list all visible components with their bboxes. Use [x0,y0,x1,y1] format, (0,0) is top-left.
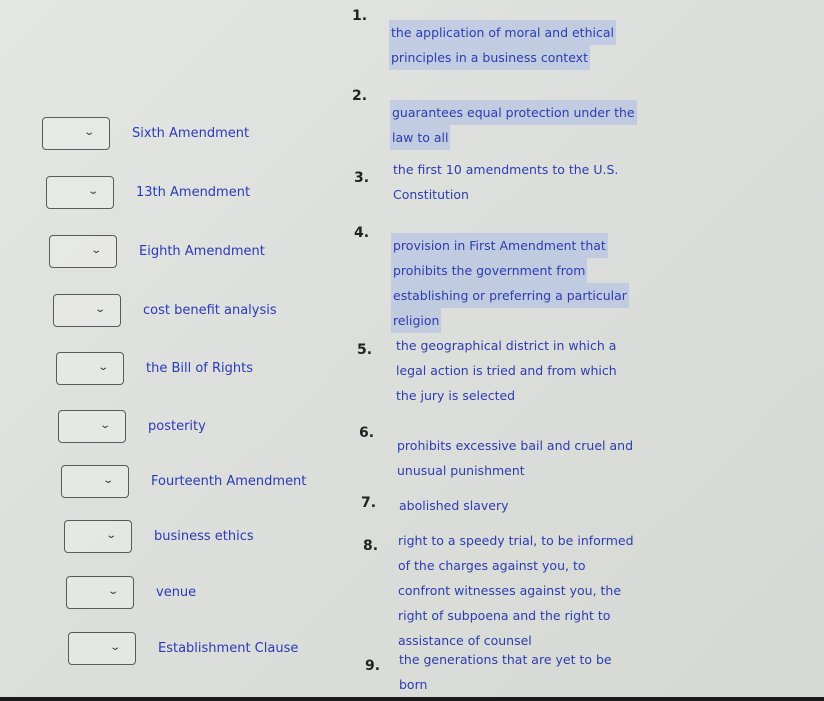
definition-line: of the charges against you, to [398,558,586,573]
bottom-edge [0,697,824,701]
definition-line: principles in a business context [389,45,590,70]
definition-line: born [399,677,428,692]
answer-dropdown[interactable]: ⌄ [42,117,110,150]
term-label: venue [156,585,197,600]
definition-line: the jury is selected [396,388,516,403]
match-row: ⌄ business ethics [64,520,254,553]
definition-line: the geographical district in which a [396,338,617,353]
match-row: ⌄ Fourteenth Amendment [61,465,306,498]
definition-line: prohibits excessive bail and cruel and [397,438,633,453]
answer-dropdown[interactable]: ⌄ [53,294,121,327]
chevron-down-icon: ⌄ [86,186,99,197]
answer-dropdown[interactable]: ⌄ [66,576,134,609]
term-label: Fourteenth Amendment [151,474,307,489]
definition-line: legal action is tried and from which [396,363,617,378]
definition-line: abolished slavery [399,498,509,513]
term-label: business ethics [154,529,254,544]
definition-number: 3. [354,170,370,186]
match-row: ⌄ the Bill of Rights [56,352,253,385]
definition-line: unusual punishment [397,463,525,478]
answer-dropdown[interactable]: ⌄ [68,632,136,665]
match-row: ⌄ Eighth Amendment [49,235,265,268]
answer-dropdown[interactable]: ⌄ [49,235,117,268]
answer-dropdown[interactable]: ⌄ [58,410,126,443]
definition-number: 4. [354,225,370,241]
chevron-down-icon: ⌄ [98,420,111,431]
definition-line: confront witnesses against you, the [398,583,622,598]
definition-line: right to a speedy trial, to be informed [398,533,634,548]
definition-line: right of subpoena and the right to [398,608,611,623]
definition-line: guarantees equal protection under the [390,100,637,125]
definition-text: the first 10 amendments to the U.S. Const… [391,157,651,207]
term-label: the Bill of Rights [146,361,254,376]
term-label: Eighth Amendment [139,244,265,259]
definition-line: religion [391,308,442,333]
match-row: ⌄ Establishment Clause [68,632,298,665]
definition-text: the geographical district in which a lega… [394,333,654,408]
chevron-down-icon: ⌄ [82,127,95,138]
definition-text: provision in First Amendment that prohibi… [391,233,651,333]
term-label: posterity [148,419,206,434]
answer-dropdown[interactable]: ⌄ [61,465,129,498]
match-row: ⌄ venue [66,576,196,609]
definition-text: guarantees equal protection under the law… [390,100,650,150]
definition-text: abolished slavery [397,493,657,518]
match-row: ⌄ cost benefit analysis [53,294,277,327]
chevron-down-icon: ⌄ [106,586,119,597]
definition-text: right to a speedy trial, to be informed o… [396,528,656,653]
definition-number: 9. [365,658,381,674]
definition-number: 6. [359,425,375,441]
definition-line: provision in First Amendment that [391,233,608,258]
term-label: 13th Amendment [136,185,251,200]
chevron-down-icon: ⌄ [108,642,121,653]
definition-number: 5. [357,342,373,358]
definition-text: the generations that are yet to be born [397,647,657,697]
definition-line: prohibits the government from [391,258,588,283]
chevron-down-icon: ⌄ [101,475,114,486]
definition-number: 7. [361,495,377,511]
definition-line: establishing or preferring a particular [391,283,629,308]
answer-dropdown[interactable]: ⌄ [56,352,124,385]
match-row: ⌄ posterity [58,410,206,443]
definition-number: 1. [352,8,368,24]
definition-line: the application of moral and ethical [389,20,616,45]
definition-line: the first 10 amendments to the U.S. [393,162,619,177]
match-row: ⌄ 13th Amendment [46,176,250,209]
definition-text: prohibits excessive bail and cruel and un… [395,433,655,483]
definition-line: law to all [390,125,451,150]
chevron-down-icon: ⌄ [104,530,117,541]
definition-line: the generations that are yet to be [399,652,612,667]
definition-number: 2. [352,88,368,104]
answer-dropdown[interactable]: ⌄ [46,176,114,209]
answer-dropdown[interactable]: ⌄ [64,520,132,553]
match-row: ⌄ Sixth Amendment [42,117,249,150]
term-label: Sixth Amendment [132,126,250,141]
term-label: cost benefit analysis [143,303,277,318]
definition-line: Constitution [393,187,469,202]
chevron-down-icon: ⌄ [93,304,106,315]
definition-text: the application of moral and ethical prin… [389,20,649,70]
term-label: Establishment Clause [158,641,299,656]
chevron-down-icon: ⌄ [96,362,109,373]
definition-number: 8. [363,538,379,554]
chevron-down-icon: ⌄ [89,245,102,256]
